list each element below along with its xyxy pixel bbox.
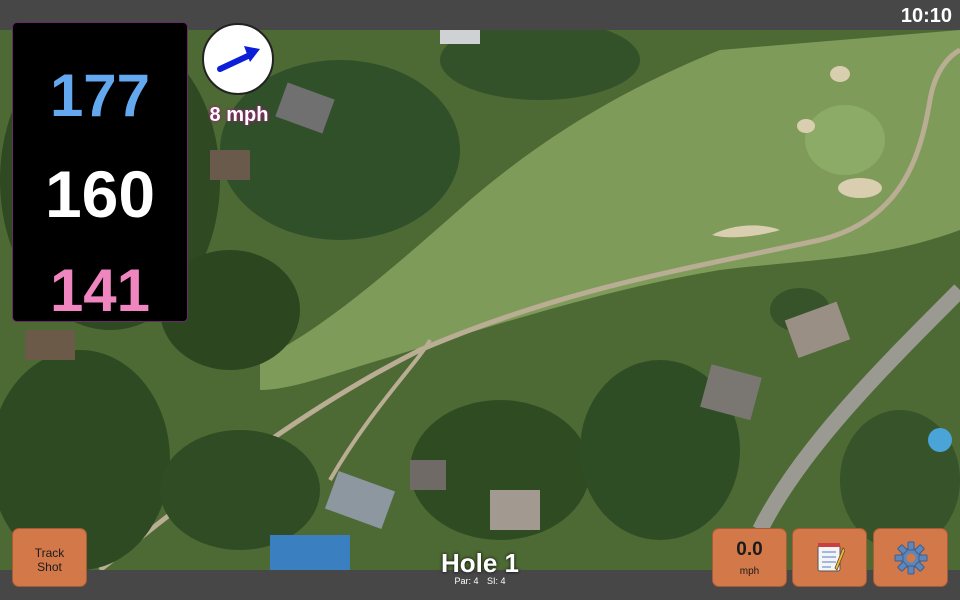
notepad-icon	[817, 543, 845, 572]
wind-speed-label: 8 mph	[209, 104, 269, 126]
speed-unit: mph	[739, 566, 760, 577]
settings-button[interactable]	[873, 528, 948, 587]
hole-par: Par: 4	[454, 576, 479, 586]
speed-value: 0.0	[736, 539, 763, 560]
wind-indicator[interactable]	[202, 23, 274, 95]
back-yardage: 177	[49, 62, 151, 129]
track-shot-label-line2: Shot	[37, 560, 62, 574]
clock: 10:10	[900, 5, 952, 27]
hole-meta: Par: 4 SI: 4	[420, 576, 540, 586]
track-shot-label-line1: Track	[34, 546, 65, 560]
hole-stroke-index: SI: 4	[487, 576, 506, 586]
hole-title: Hole 1	[440, 548, 520, 578]
speed-button[interactable]: 0.0 mph	[712, 528, 787, 587]
gear-icon	[894, 541, 928, 575]
front-yardage: 141	[49, 257, 151, 324]
yardage-panel: 177 160 141	[12, 22, 188, 324]
notes-button[interactable]	[792, 528, 867, 587]
track-shot-button[interactable]: Track Shot	[12, 528, 87, 587]
center-yardage: 160	[44, 157, 156, 231]
wind-direction-arrow-icon	[217, 46, 260, 72]
